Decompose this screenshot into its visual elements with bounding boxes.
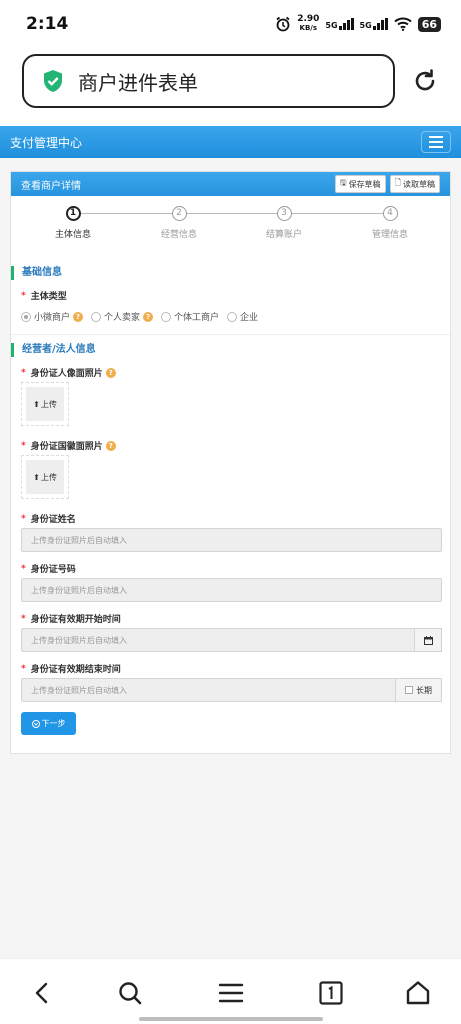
upload-icon: ⬆ — [33, 472, 40, 482]
arrow-circle-icon — [31, 719, 40, 728]
alarm-icon — [276, 16, 290, 32]
calendar-icon — [423, 635, 433, 645]
radio-individual-business[interactable]: 个体工商户 — [161, 310, 219, 323]
read-draft-button[interactable]: 🗋 读取草稿 — [389, 175, 440, 193]
search-icon[interactable] — [116, 979, 144, 1007]
calendar-button[interactable] — [414, 628, 442, 652]
id-number-label: * 身份证号码 — [21, 563, 76, 576]
id-start-label: * 身份证有效期开始时间 — [21, 613, 121, 626]
browser-toolbar: 商户进件表单 — [0, 50, 461, 116]
help-icon[interactable]: ? — [73, 311, 84, 322]
panel-title: 查看商户详情 — [21, 180, 81, 192]
status-time: 2:14 — [26, 14, 69, 34]
step-wizard: 1 主体信息 2 经营信息 3 结算账户 4 管理信息 — [11, 196, 450, 260]
tabs-count-icon[interactable] — [317, 979, 345, 1007]
status-bar: 2:14 2.90 KB/s 5G 5G 66 — [0, 0, 461, 48]
menu-icon[interactable] — [217, 979, 245, 1007]
page-title: 商户进件表单 — [78, 70, 198, 95]
step-4[interactable]: 4 管理信息 — [350, 206, 430, 240]
signal-1-icon: 5G — [325, 18, 354, 30]
merchant-panel: 查看商户详情 🖫 保存草稿 🗋 读取草稿 1 主体信息 2 经营信息 3 结算账户 — [10, 171, 452, 754]
browser-bottom-nav — [0, 958, 461, 1024]
id-back-upload[interactable]: ⬆ 上传 — [21, 455, 69, 499]
section-basic-title: 基础信息 — [11, 266, 452, 280]
id-name-input[interactable]: 上传身份证照片后自动填入 — [21, 528, 442, 552]
status-icons: 2.90 KB/s 5G 5G 66 — [275, 15, 441, 33]
file-icon: 🗋 — [394, 178, 401, 187]
shield-check-icon — [44, 70, 62, 92]
hamburger-menu-button[interactable] — [421, 131, 451, 153]
id-front-label: * 身份证人像面照片? — [11, 366, 116, 379]
reload-icon[interactable] — [410, 66, 440, 96]
help-icon[interactable]: ? — [105, 367, 116, 378]
main-content: 查看商户详情 🖫 保存草稿 🗋 读取草稿 1 主体信息 2 经营信息 3 结算账户 — [0, 158, 461, 958]
long-term-checkbox[interactable] — [405, 686, 413, 694]
step-3[interactable]: 3 结算账户 — [244, 206, 324, 240]
id-back-label: * 身份证国徽面照片? — [11, 439, 116, 452]
id-number-input[interactable]: 上传身份证照片后自动填入 — [21, 578, 442, 602]
panel-header: 查看商户详情 🖫 保存草稿 🗋 读取草稿 — [11, 172, 450, 196]
next-step-button[interactable]: 下一步 — [21, 712, 76, 735]
wifi-icon — [394, 17, 412, 31]
id-end-input[interactable]: 上传身份证照片后自动填入 长期 — [21, 678, 442, 702]
step-2[interactable]: 2 经营信息 — [139, 206, 219, 240]
navbar-brand[interactable]: 支付管理中心 — [10, 134, 82, 151]
back-icon[interactable] — [28, 979, 56, 1007]
radio-personal-seller[interactable]: 个人卖家? — [91, 310, 154, 323]
id-end-label: * 身份证有效期结束时间 — [21, 663, 121, 676]
home-icon[interactable] — [404, 979, 432, 1007]
id-name-label: * 身份证姓名 — [21, 513, 76, 526]
save-icon: 🖫 — [339, 178, 347, 187]
radio-micro-merchant[interactable]: 小微商户? — [21, 310, 84, 323]
gesture-bar — [139, 1017, 323, 1021]
save-draft-button[interactable]: 🖫 保存草稿 — [334, 175, 386, 193]
section-operator-title: 经营者/法人信息 — [11, 343, 452, 357]
section-divider — [11, 334, 452, 335]
help-icon[interactable]: ? — [105, 440, 116, 451]
long-term-addon: 长期 — [395, 678, 442, 702]
radio-enterprise[interactable]: 企业 — [227, 310, 258, 323]
help-icon[interactable]: ? — [143, 311, 154, 322]
entity-type-label: * 主体类型 — [21, 290, 67, 303]
entity-type-radio-group: 小微商户? 个人卖家? 个体工商户 企业 — [11, 310, 262, 323]
address-bar[interactable]: 商户进件表单 — [22, 54, 395, 108]
signal-2-icon: 5G — [360, 18, 388, 30]
upload-icon: ⬆ — [33, 399, 40, 409]
step-1[interactable]: 1 主体信息 — [33, 206, 113, 240]
id-start-input[interactable]: 上传身份证照片后自动填入 — [21, 628, 442, 652]
net-speed: 2.90 KB/s — [297, 14, 320, 33]
app-navbar: 支付管理中心 — [0, 126, 461, 158]
battery-icon: 66 — [417, 16, 441, 32]
id-front-upload[interactable]: ⬆ 上传 — [21, 382, 69, 426]
